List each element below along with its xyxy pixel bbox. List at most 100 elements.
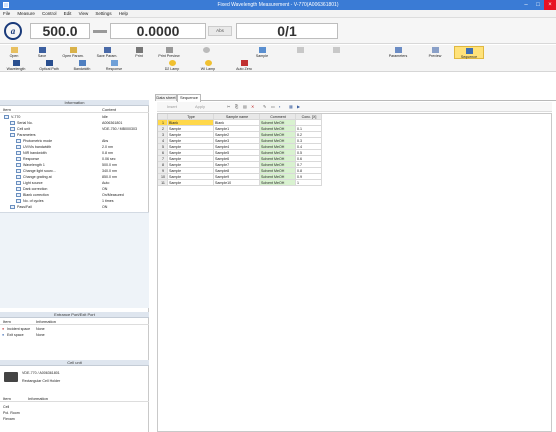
- parameter-icon: [16, 139, 21, 143]
- menu-control[interactable]: Control: [39, 10, 60, 17]
- paste-icon[interactable]: ▤: [243, 104, 247, 109]
- parameters-button[interactable]: Parameters: [382, 46, 414, 59]
- copy-icon[interactable]: ⎘: [235, 104, 238, 109]
- wi-lamp-button[interactable]: WI Lamp: [196, 59, 220, 72]
- close-button[interactable]: ×: [544, 0, 556, 10]
- tab-data-sheet[interactable]: Data sheet: [155, 94, 177, 101]
- cellunit-name: VDE-770 / A006361801: [22, 371, 60, 375]
- blank-icon: [296, 47, 304, 53]
- information-empty-area: [0, 212, 149, 308]
- menu-edit[interactable]: Edit: [61, 10, 75, 17]
- info-item: Pass/Fail: [17, 205, 32, 209]
- parameter-icon: [16, 193, 21, 197]
- open-param-button[interactable]: Open Param.: [58, 46, 88, 59]
- wi-lamp-icon: [204, 60, 212, 66]
- insert-button[interactable]: Insert: [167, 104, 177, 109]
- response-button[interactable]: Response: [100, 59, 128, 72]
- col-content: Content: [102, 107, 117, 112]
- auto-zero-icon: [240, 60, 248, 66]
- cell-sample-name[interactable]: Sample10: [214, 180, 260, 186]
- right-panel: Data sheet Sequence Insert Apply ✂ ⎘ ▤ ✕…: [155, 93, 556, 432]
- disc-button[interactable]: [194, 46, 218, 59]
- cut-icon[interactable]: ✂: [227, 104, 230, 109]
- row-number[interactable]: 11: [158, 180, 168, 186]
- cell-type[interactable]: Sample: [168, 180, 214, 186]
- sequence-icon: [465, 48, 473, 54]
- parameter-icon: [16, 199, 21, 203]
- menu-file[interactable]: File: [0, 10, 13, 17]
- exit-icon: ●: [2, 333, 5, 337]
- parameter-icon: [16, 163, 21, 167]
- meter-bar: a 500.0 0.0000 Abs 0/1: [0, 18, 556, 44]
- menu-bar: File Measure Control Edit View Settings …: [0, 10, 556, 18]
- sequence-toolbar: Insert Apply ✂ ⎘ ▤ ✕ ✎ ▭ ▪ ▦ ▶: [157, 102, 552, 112]
- delete-icon[interactable]: ✕: [251, 104, 254, 109]
- minimize-button[interactable]: –: [520, 0, 532, 10]
- count-display: 0/1: [236, 23, 338, 39]
- blank-button[interactable]: [290, 46, 310, 59]
- open-button[interactable]: Open: [2, 46, 26, 59]
- cellunit-row-flexam: Flexam: [3, 417, 15, 421]
- apply-button[interactable]: Apply: [195, 104, 205, 109]
- sample-icon: [258, 47, 266, 53]
- folder-icon: [10, 47, 18, 53]
- menu-measure[interactable]: Measure: [14, 10, 38, 17]
- grid-icon[interactable]: ▦: [289, 104, 293, 109]
- jasco-logo-icon: a: [4, 22, 22, 40]
- open-icon[interactable]: ▭: [271, 104, 275, 109]
- print-preview-icon: [165, 47, 173, 53]
- port-header: Entrance Port/Exit Port: [0, 312, 149, 318]
- print-button[interactable]: Print: [128, 46, 150, 59]
- maximize-button[interactable]: □: [532, 0, 544, 10]
- parameter-icon: [16, 151, 21, 155]
- port-row-exit[interactable]: ● Exit space None: [0, 332, 149, 338]
- save-param-icon: [103, 47, 111, 53]
- menu-settings[interactable]: Settings: [92, 10, 114, 17]
- title-bar: Fixed Wavelength Measurement - V-770(A00…: [0, 0, 556, 10]
- parameters-icon: [394, 47, 402, 53]
- wavelength-button[interactable]: Wavelength: [2, 59, 30, 72]
- save-sequence-icon[interactable]: ▪: [279, 104, 280, 109]
- col-item: Item: [3, 107, 11, 112]
- sequence-button[interactable]: Sequence: [454, 46, 484, 59]
- d2-lamp-icon: [168, 60, 176, 66]
- save-icon: [38, 47, 46, 53]
- cellunit-header: Cell unit: [0, 360, 149, 366]
- sequence-table: Type Sample name Comment Conc. [X] 1 Blan…: [157, 113, 552, 432]
- auto-zero-button[interactable]: Auto Zero: [230, 59, 258, 72]
- optical-path-icon: [45, 60, 53, 66]
- sample-button[interactable]: Sample: [250, 46, 274, 59]
- information-column-header: Item Content: [0, 107, 149, 113]
- disc-icon: [202, 47, 210, 53]
- cell-comment[interactable]: Solvent MeOH: [260, 180, 296, 186]
- optical-path-button[interactable]: Optical Path: [34, 59, 64, 72]
- edit-icon[interactable]: ✎: [263, 104, 266, 109]
- menu-help[interactable]: Help: [116, 10, 131, 17]
- cell-conc[interactable]: 1: [296, 180, 322, 186]
- wavelength-icon: [12, 60, 20, 66]
- cellunit-column-header: Item Information: [0, 396, 149, 402]
- info-row[interactable]: Pass/Fail ON: [0, 204, 149, 210]
- unit-label: Abs: [208, 26, 232, 36]
- bandwidth-button[interactable]: Bandwidth: [68, 59, 96, 72]
- d2-lamp-button[interactable]: D2 Lamp: [160, 59, 184, 72]
- tab-sequence[interactable]: Sequence: [177, 94, 201, 102]
- folder-node-icon: [10, 121, 15, 125]
- information-header: Information: [0, 100, 149, 106]
- parameter-icon: [16, 157, 21, 161]
- preview-button[interactable]: Preview: [422, 46, 448, 59]
- port-column-header: Item Information: [0, 319, 149, 325]
- parameter-icon: [16, 175, 21, 179]
- folder-node-icon: [4, 115, 9, 119]
- run-icon[interactable]: ▶: [297, 104, 300, 109]
- parameter-icon: [16, 169, 21, 173]
- info-content: ON: [102, 205, 108, 209]
- ribbon-toolbar: Open Save Open Param. Save Param. Print …: [0, 45, 556, 72]
- open-param-icon: [69, 47, 77, 53]
- port-col-item: Item: [3, 319, 11, 324]
- blank2-button[interactable]: [326, 46, 346, 59]
- menu-view[interactable]: View: [76, 10, 92, 17]
- save-param-button[interactable]: Save Param.: [92, 46, 122, 59]
- print-preview-button[interactable]: Print Preview: [154, 46, 184, 59]
- save-button[interactable]: Save: [30, 46, 54, 59]
